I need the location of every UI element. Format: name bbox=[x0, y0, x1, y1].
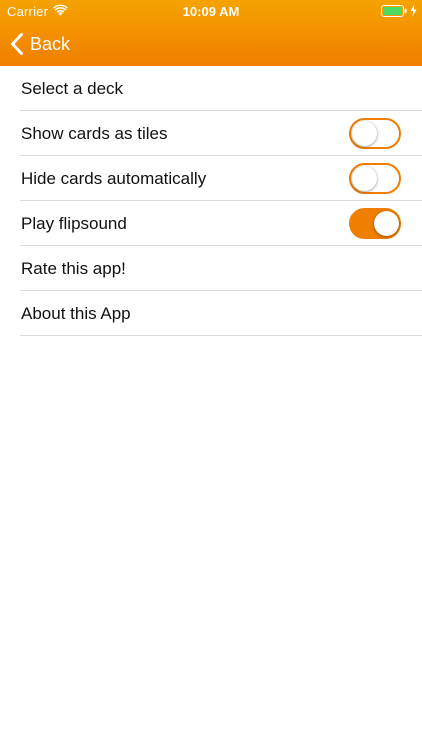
clock-time: 10:09 AM bbox=[182, 4, 240, 19]
navigation-header: Carrier 10:09 AM Back bbox=[0, 0, 422, 66]
toggle-knob bbox=[374, 211, 399, 236]
settings-row-flipsound: Play flipsound bbox=[0, 201, 422, 246]
row-label: Play flipsound bbox=[21, 213, 127, 233]
settings-row-rate-app[interactable]: Rate this app! bbox=[0, 246, 422, 291]
row-label: Rate this app! bbox=[21, 258, 126, 278]
row-label: Select a deck bbox=[21, 78, 124, 98]
back-label: Back bbox=[30, 33, 71, 54]
settings-row-show-tiles: Show cards as tiles bbox=[0, 111, 422, 156]
back-button[interactable]: Back bbox=[10, 30, 70, 58]
settings-row-hide-cards: Hide cards automatically bbox=[0, 156, 422, 201]
show-tiles-toggle[interactable] bbox=[349, 118, 401, 149]
settings-row-about[interactable]: About this App bbox=[0, 291, 422, 336]
battery-icon bbox=[381, 5, 407, 17]
settings-list: Select a deck Show cards as tiles Hide c… bbox=[0, 66, 422, 336]
row-label: About this App bbox=[21, 303, 131, 323]
chevron-left-icon bbox=[11, 33, 23, 55]
flipsound-toggle[interactable] bbox=[349, 208, 401, 239]
charging-bolt-icon bbox=[410, 4, 417, 17]
settings-row-select-deck[interactable]: Select a deck bbox=[0, 66, 422, 111]
row-label: Hide cards automatically bbox=[21, 168, 207, 188]
row-label: Show cards as tiles bbox=[21, 123, 168, 143]
status-bar: Carrier 10:09 AM bbox=[0, 0, 422, 22]
toggle-knob bbox=[352, 166, 377, 191]
hide-cards-toggle[interactable] bbox=[349, 163, 401, 194]
toggle-knob bbox=[352, 121, 377, 146]
